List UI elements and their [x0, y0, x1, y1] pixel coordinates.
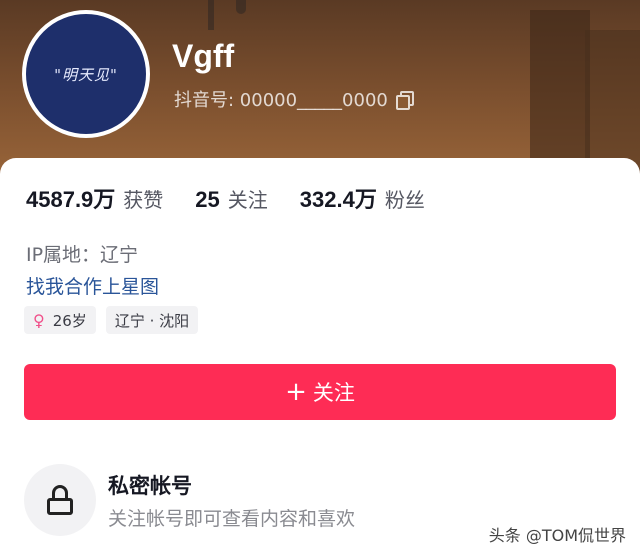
- profile-tags: ♀ 26岁 辽宁 · 沈阳: [24, 306, 199, 334]
- username: Vgff: [172, 38, 235, 74]
- age-text: 26岁: [52, 311, 87, 330]
- watermark: 头条 @TOM侃世界: [488, 526, 626, 545]
- private-account-description: 关注帐号即可查看内容和喜欢: [108, 508, 356, 530]
- stat-likes-label: 获赞: [123, 188, 164, 212]
- stat-following-label: 关注: [227, 188, 268, 212]
- ip-location: IP属地：辽宁: [26, 244, 139, 266]
- stat-followers-label: 粉丝: [384, 188, 425, 212]
- age-tag: ♀ 26岁: [24, 306, 96, 334]
- follow-button[interactable]: + 关注: [24, 364, 616, 420]
- profile-stats: 4587.9万 获赞 25 关注 332.4万 粉丝: [26, 182, 457, 214]
- stat-likes[interactable]: 4587.9万 获赞: [26, 182, 163, 214]
- location-tag: 辽宁 · 沈阳: [105, 306, 199, 334]
- location-text: 辽宁 · 沈阳: [114, 311, 190, 330]
- douyin-id-text: 抖音号: 00000_____0000: [174, 90, 388, 111]
- stat-following-value: 25: [195, 187, 220, 212]
- plus-icon: +: [285, 377, 307, 407]
- follow-button-label: 关注: [312, 381, 355, 405]
- stat-followers-value: 332.4万: [299, 187, 377, 212]
- stat-likes-value: 4587.9万: [26, 187, 116, 212]
- background-tower: [208, 0, 214, 30]
- lock-icon: [47, 485, 73, 515]
- private-account-title: 私密帐号: [108, 474, 192, 498]
- avatar[interactable]: "明天见": [22, 10, 150, 138]
- stat-followers[interactable]: 332.4万 粉丝: [300, 182, 425, 214]
- copy-icon[interactable]: [395, 91, 414, 110]
- douyin-id[interactable]: 抖音号: 00000_____0000: [174, 86, 414, 112]
- profile-card: 4587.9万 获赞 25 关注 332.4万 粉丝 IP属地：辽宁 找我合作上…: [0, 158, 640, 556]
- avatar-text: "明天见": [54, 65, 118, 84]
- stat-following[interactable]: 25 关注: [195, 184, 267, 213]
- background-tower: [236, 0, 246, 14]
- cooperate-link[interactable]: 找我合作上星图: [26, 272, 159, 299]
- female-icon: ♀: [33, 310, 45, 330]
- private-account-icon-wrap: [24, 464, 96, 536]
